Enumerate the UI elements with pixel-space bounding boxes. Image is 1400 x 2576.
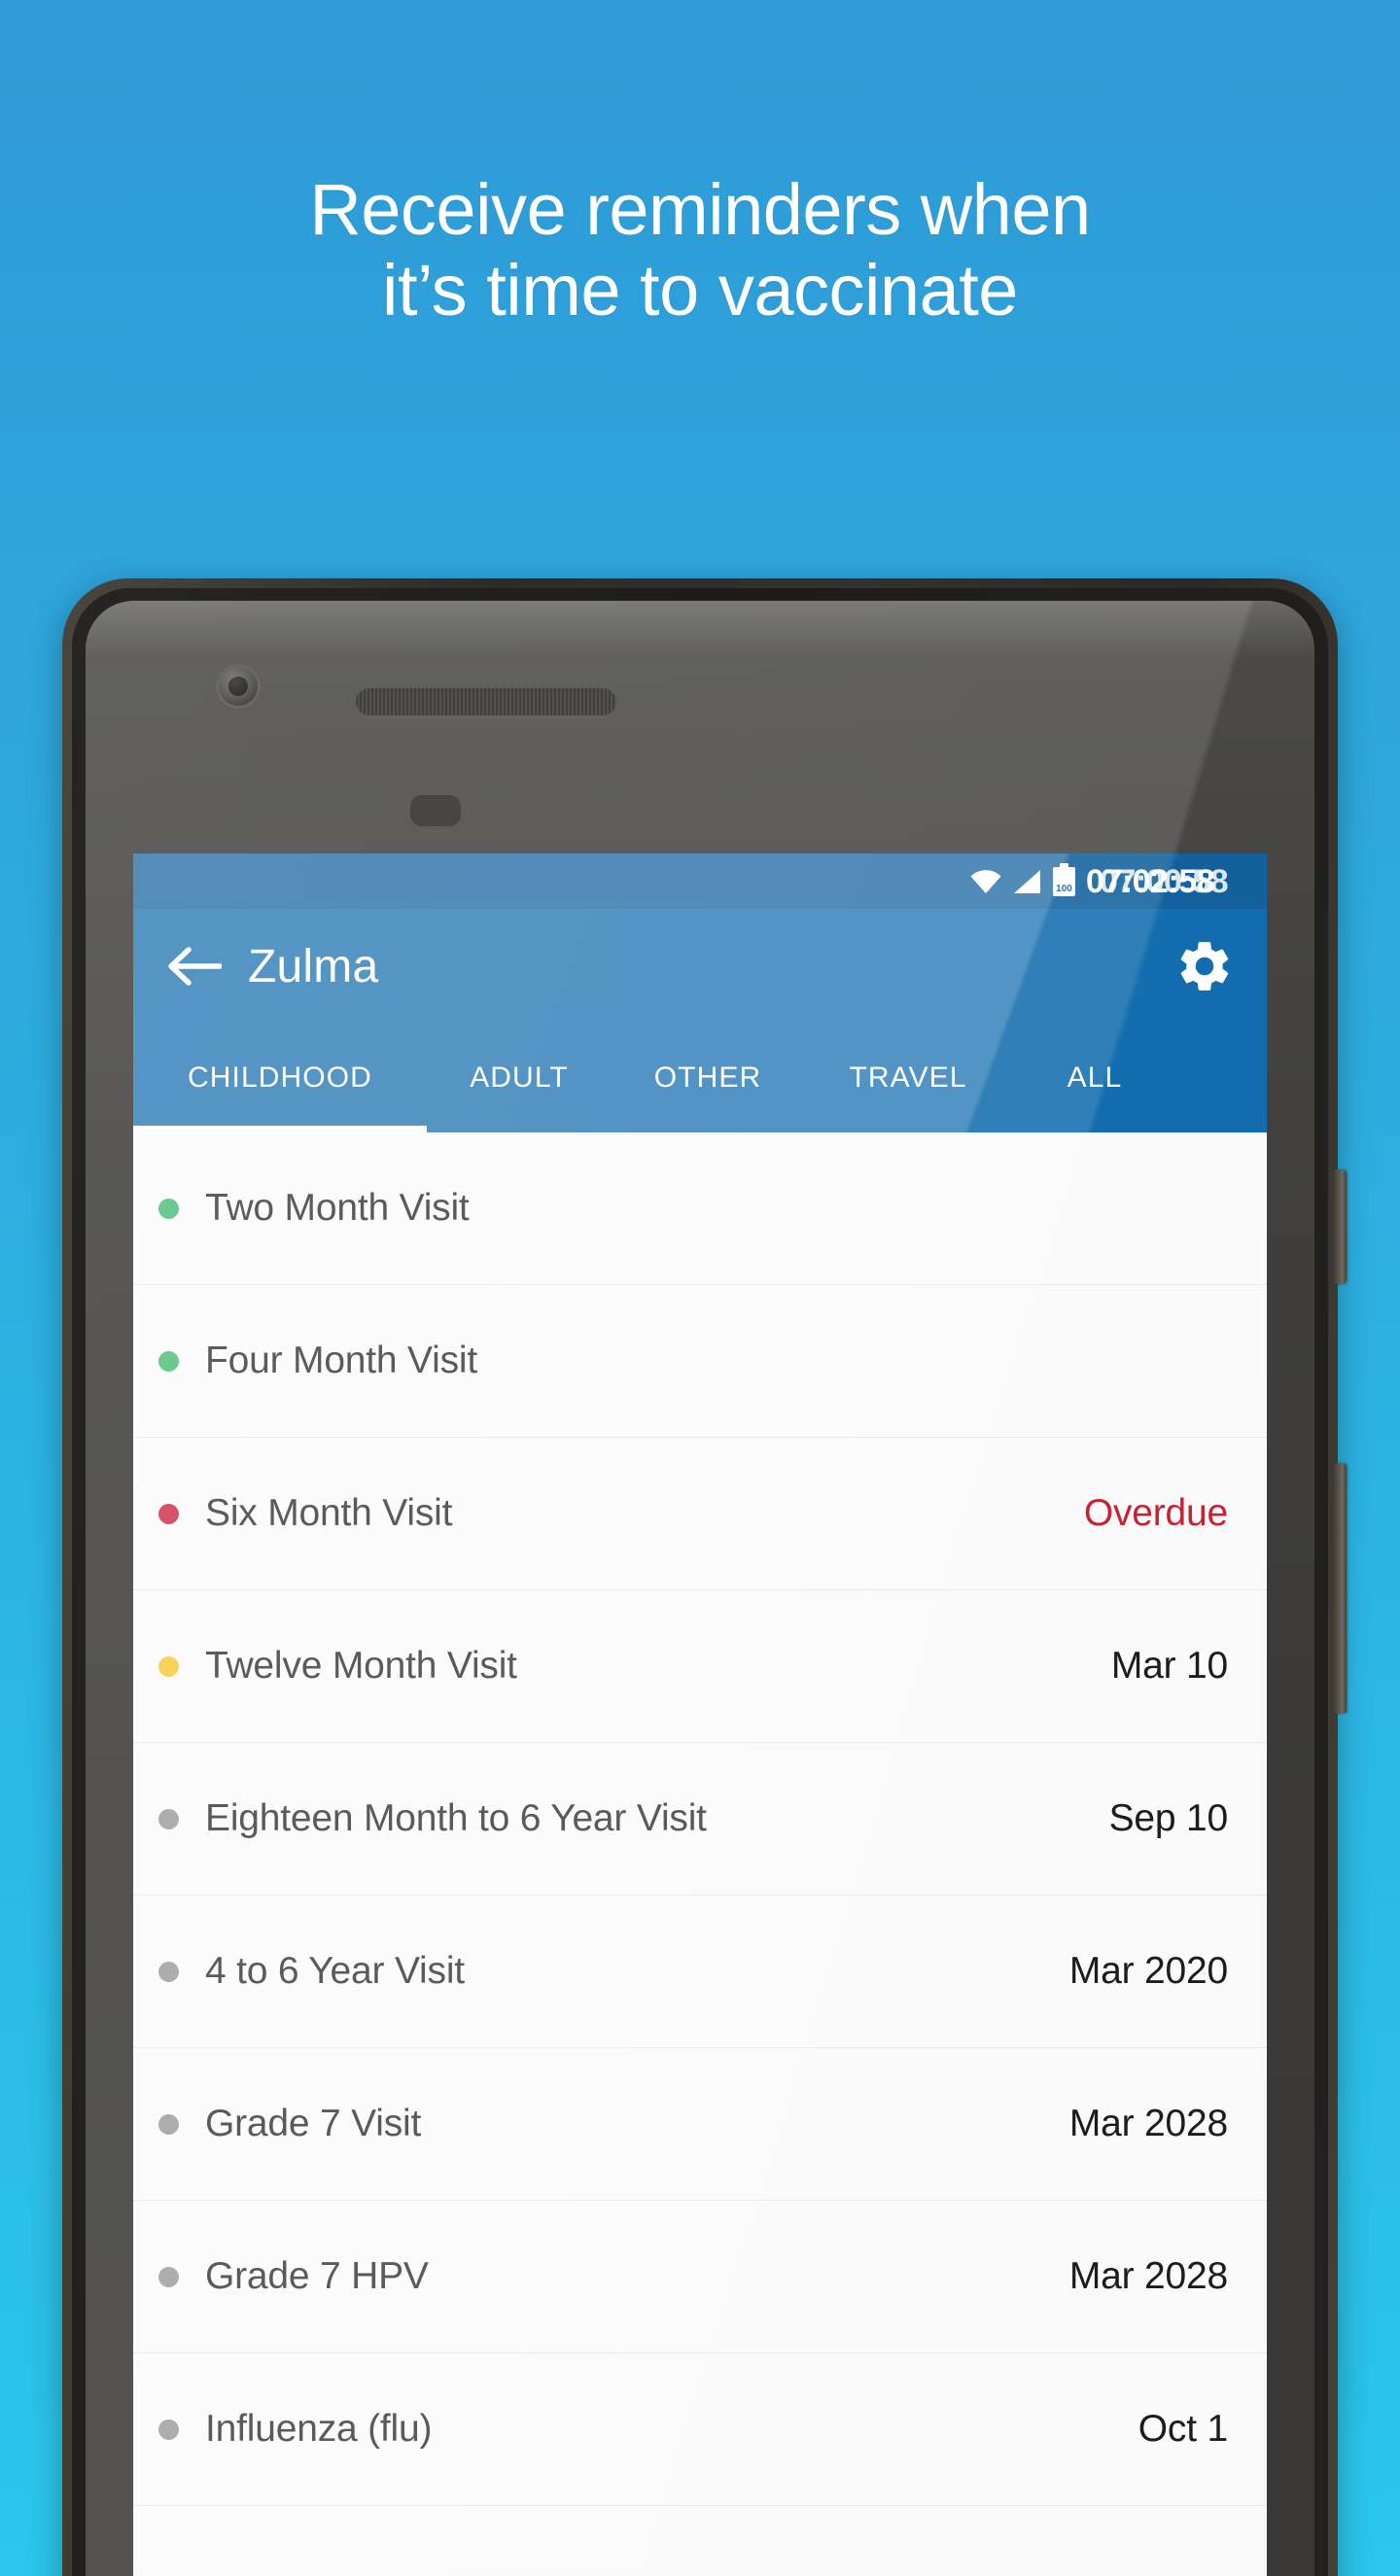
- table-row[interactable]: Six Month Visit Overdue: [133, 1438, 1267, 1590]
- status-dot: [158, 1198, 179, 1219]
- tab-adult[interactable]: ADULT: [427, 1062, 612, 1095]
- gear-icon[interactable]: [1170, 931, 1240, 1001]
- status-bar-clock-value: 07:02:58: [1086, 862, 1215, 900]
- row-label: Eighteen Month to 6 Year Visit: [205, 1797, 707, 1839]
- battery-icon: 100: [1053, 862, 1075, 896]
- status-dot: [158, 1655, 179, 1677]
- status-dot: [158, 2419, 179, 2440]
- table-row[interactable]: Grade 7 HPV Mar 2028: [133, 2201, 1267, 2353]
- row-label: Twelve Month Visit: [205, 1645, 517, 1687]
- camera-lens-glint: [236, 689, 240, 695]
- app-bar: Zulma: [133, 909, 1267, 1024]
- row-value: Oct 1: [1138, 2408, 1228, 2450]
- phone-device: 100 07:00:58 07:02:58 Zulma CHILDHOOD AD…: [62, 578, 1347, 2576]
- row-value: Mar 2020: [1068, 1950, 1228, 1992]
- tab-bar: CHILDHOOD ADULT OTHER TRAVEL ALL: [133, 1024, 1267, 1132]
- wifi-icon: [969, 869, 1002, 894]
- vaccination-list: Two Month Visit Four Month Visit Six Mon…: [133, 1132, 1267, 2506]
- row-label: Four Month Visit: [205, 1340, 478, 1381]
- volume-rocker-button[interactable]: [1333, 1463, 1347, 1714]
- promo-headline: Receive reminders when it’s time to vacc…: [0, 169, 1400, 331]
- table-row[interactable]: Eighteen Month to 6 Year Visit Sep 10: [133, 1743, 1267, 1896]
- row-label: 4 to 6 Year Visit: [205, 1950, 465, 1992]
- tab-other[interactable]: OTHER: [612, 1062, 804, 1095]
- status-dot: [158, 2113, 179, 2135]
- status-dot: [158, 1503, 179, 1524]
- headline-line-1: Receive reminders when: [309, 169, 1091, 250]
- status-dot: [158, 2266, 179, 2287]
- promo-screenshot: Receive reminders when it’s time to vacc…: [0, 0, 1400, 2576]
- battery-level-label: 100: [1056, 883, 1072, 894]
- tab-all[interactable]: ALL: [1012, 1062, 1177, 1095]
- row-label: Influenza (flu): [205, 2408, 433, 2450]
- bezel-sheen: [86, 601, 1314, 659]
- tab-travel[interactable]: TRAVEL: [804, 1062, 1012, 1095]
- row-value: Sep 10: [1108, 1797, 1229, 1839]
- status-dot: [158, 1350, 179, 1372]
- status-badge: Overdue: [1083, 1492, 1228, 1534]
- phone-front-face: 100 07:00:58 07:02:58 Zulma CHILDHOOD AD…: [86, 601, 1314, 2576]
- table-row[interactable]: Four Month Visit: [133, 1285, 1267, 1438]
- row-label: Grade 7 HPV: [205, 2255, 429, 2297]
- row-label: Six Month Visit: [205, 1492, 453, 1534]
- table-row[interactable]: Two Month Visit: [133, 1132, 1267, 1285]
- back-arrow-icon[interactable]: [158, 930, 230, 1002]
- proximity-sensor-icon: [410, 795, 461, 826]
- signal-icon: [1013, 869, 1042, 894]
- tab-childhood[interactable]: CHILDHOOD: [133, 1062, 427, 1095]
- row-label: Grade 7 Visit: [205, 2103, 422, 2144]
- phone-screen: 100 07:00:58 07:02:58 Zulma CHILDHOOD AD…: [133, 853, 1267, 2576]
- table-row[interactable]: Twelve Month Visit Mar 10: [133, 1590, 1267, 1743]
- status-bar-clock: 07:00:58 07:02:58: [1086, 862, 1253, 901]
- status-dot: [158, 1961, 179, 1982]
- power-button[interactable]: [1333, 1169, 1347, 1284]
- status-bar: 100 07:00:58 07:02:58: [133, 853, 1267, 909]
- table-row[interactable]: Grade 7 Visit Mar 2028: [133, 2048, 1267, 2201]
- headline-line-2: it’s time to vaccinate: [382, 249, 1018, 331]
- row-value: Mar 10: [1110, 1645, 1228, 1687]
- row-label: Two Month Visit: [205, 1187, 470, 1229]
- phone-inner-frame: 100 07:00:58 07:02:58 Zulma CHILDHOOD AD…: [72, 588, 1328, 2576]
- row-value: Mar 2028: [1068, 2103, 1228, 2144]
- page-title: Zulma: [248, 940, 379, 992]
- row-value: Mar 2028: [1068, 2255, 1228, 2297]
- table-row[interactable]: Influenza (flu) Oct 1: [133, 2353, 1267, 2506]
- front-camera-icon: [216, 664, 261, 709]
- table-row[interactable]: 4 to 6 Year Visit Mar 2020: [133, 1896, 1267, 2048]
- status-dot: [158, 1808, 179, 1829]
- active-tab-indicator: [133, 1126, 427, 1132]
- earpiece-speaker-icon: [354, 686, 618, 717]
